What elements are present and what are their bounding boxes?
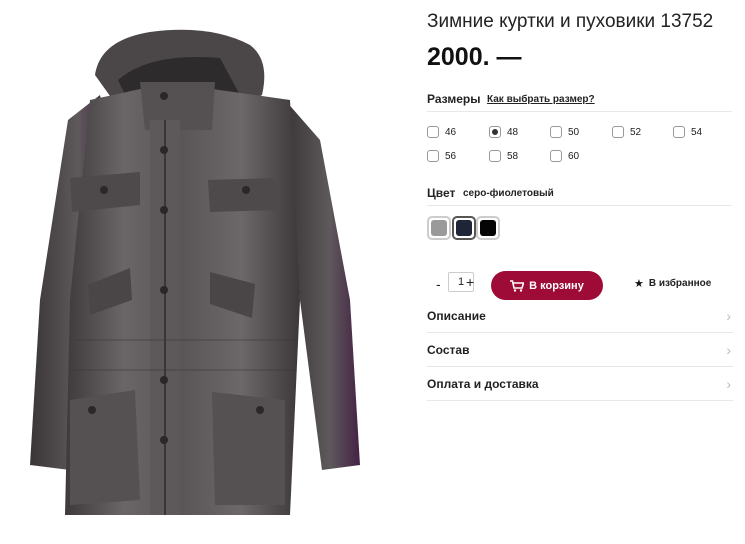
swatch-fill: [431, 220, 447, 236]
size-label: 54: [691, 126, 703, 138]
size-option-58[interactable]: 58: [489, 148, 518, 164]
size-label: 52: [630, 126, 642, 138]
size-option-56[interactable]: 56: [427, 148, 456, 164]
sizes-label: Размеры: [427, 92, 481, 106]
cart-icon: [510, 279, 525, 292]
quantity-decrement-button[interactable]: -: [436, 276, 441, 292]
product-price: 2000. —: [427, 43, 522, 71]
size-option-60[interactable]: 60: [550, 148, 579, 164]
accordion-composition[interactable]: Состав ›: [427, 333, 733, 367]
size-label: 60: [568, 150, 580, 162]
size-option-48[interactable]: 48: [489, 124, 518, 140]
sizes-header: Размеры Как выбрать размер?: [427, 92, 732, 112]
add-to-favorites-button[interactable]: ★ В избранное: [634, 277, 711, 290]
quantity-increment-button[interactable]: +: [466, 274, 474, 290]
size-checkbox[interactable]: [550, 150, 562, 162]
color-header: Цвет серо-фиолетовый: [427, 186, 732, 206]
color-swatch-navy[interactable]: [452, 216, 476, 240]
add-to-cart-button[interactable]: В корзину: [491, 271, 603, 300]
size-checkbox[interactable]: [427, 126, 439, 138]
product-image: [0, 0, 420, 544]
size-checkbox[interactable]: [427, 150, 439, 162]
accordion-payment-delivery[interactable]: Оплата и доставка ›: [427, 367, 733, 401]
swatch-fill: [480, 220, 496, 236]
color-value: серо-фиолетовый: [463, 188, 554, 199]
color-swatch-gray[interactable]: [427, 216, 451, 240]
add-to-cart-label: В корзину: [529, 279, 584, 292]
jacket-illustration: [30, 29, 360, 515]
color-swatch-black[interactable]: [476, 216, 500, 240]
chevron-right-icon: ›: [726, 341, 731, 358]
size-checkbox[interactable]: [550, 126, 562, 138]
size-checkbox[interactable]: [489, 150, 501, 162]
size-checkbox[interactable]: [673, 126, 685, 138]
size-options: 46 48 50 52 54 56 58 60: [427, 124, 737, 164]
accordion-label: Состав: [427, 342, 470, 357]
size-label: 58: [507, 150, 519, 162]
size-checkbox[interactable]: [612, 126, 624, 138]
size-guide-link[interactable]: Как выбрать размер?: [487, 94, 595, 105]
swatch-fill: [456, 220, 472, 236]
size-option-54[interactable]: 54: [673, 124, 702, 140]
accordion-label: Оплата и доставка: [427, 376, 539, 391]
size-checkbox[interactable]: [489, 126, 501, 138]
size-label: 50: [568, 126, 580, 138]
size-label: 46: [445, 126, 457, 138]
size-option-52[interactable]: 52: [612, 124, 641, 140]
size-label: 48: [507, 126, 519, 138]
color-label: Цвет: [427, 186, 456, 200]
size-option-50[interactable]: 50: [550, 124, 579, 140]
size-option-46[interactable]: 46: [427, 124, 456, 140]
accordion-label: Описание: [427, 308, 486, 323]
size-label: 56: [445, 150, 457, 162]
favorites-label: В избранное: [648, 278, 712, 289]
accordion-description[interactable]: Описание ›: [427, 299, 733, 333]
product-title: Зимние куртки и пуховики 13752: [427, 11, 714, 32]
chevron-right-icon: ›: [726, 375, 731, 392]
star-icon: ★: [634, 278, 644, 290]
chevron-right-icon: ›: [726, 307, 731, 324]
